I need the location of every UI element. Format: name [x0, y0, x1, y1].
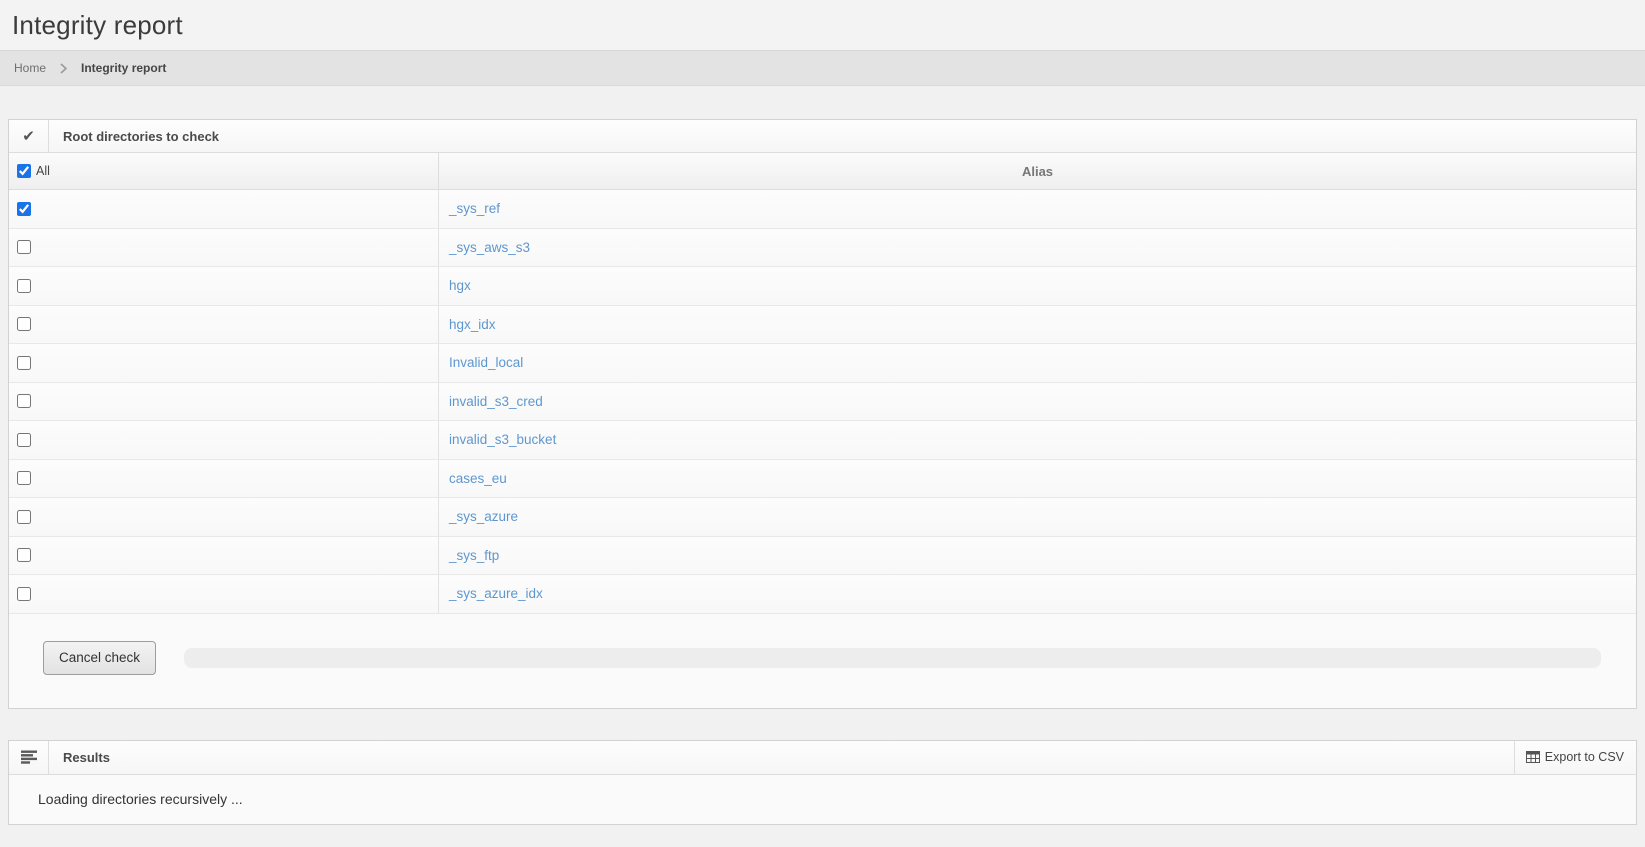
directory-alias-link[interactable]: Invalid_local: [449, 355, 523, 370]
directory-alias-cell: _sys_azure: [439, 498, 1636, 536]
directory-checkbox-cell: [9, 267, 439, 305]
directory-alias-link[interactable]: hgx_idx: [449, 317, 496, 332]
directory-checkbox-cell: [9, 575, 439, 613]
select-all-cell: All: [9, 153, 439, 189]
directory-checkbox-cell: [9, 421, 439, 459]
root-directories-panel: ✔ Root directories to check All Alias _s…: [8, 119, 1637, 709]
chevron-right-icon: [60, 63, 67, 74]
directory-row: invalid_s3_bucket: [9, 421, 1636, 460]
directory-row: Invalid_local: [9, 344, 1636, 383]
select-all-checkbox[interactable]: [17, 164, 31, 178]
select-all-label: All: [36, 164, 50, 178]
results-panel-title: Results: [49, 741, 1514, 774]
table-rows-icon: [9, 741, 49, 774]
directory-alias-cell: invalid_s3_bucket: [439, 421, 1636, 459]
directory-checkbox[interactable]: [17, 510, 31, 524]
directory-checkbox[interactable]: [17, 240, 31, 254]
directory-checkbox-cell: [9, 229, 439, 267]
directories-table-header: All Alias: [9, 153, 1636, 190]
directory-checkbox-cell: [9, 344, 439, 382]
directory-alias-link[interactable]: invalid_s3_cred: [449, 394, 543, 409]
results-status-text: Loading directories recursively ...: [38, 791, 243, 807]
check-progress-bar: [184, 648, 1601, 668]
directory-row: invalid_s3_cred: [9, 383, 1636, 422]
directory-checkbox-cell: [9, 190, 439, 228]
directory-checkbox-cell: [9, 460, 439, 498]
directories-table-body: _sys_ref _sys_aws_s3hgx hgx_idx Invalid_loc…: [9, 190, 1636, 614]
directory-alias-link[interactable]: cases_eu: [449, 471, 507, 486]
directory-checkbox-cell: [9, 537, 439, 575]
directory-alias-cell: hgx: [439, 267, 1636, 305]
results-panel-header: Results Export to CSV: [9, 741, 1636, 775]
directory-row: _sys_azure_idx: [9, 575, 1636, 614]
directory-alias-cell: Invalid_local: [439, 344, 1636, 382]
directory-checkbox[interactable]: [17, 279, 31, 293]
directory-checkbox[interactable]: [17, 202, 31, 216]
directory-alias-cell: _sys_ftp: [439, 537, 1636, 575]
root-directories-panel-header: ✔ Root directories to check: [9, 120, 1636, 153]
alias-column-header: Alias: [439, 153, 1636, 189]
directory-checkbox-cell: [9, 383, 439, 421]
directory-alias-cell: _sys_azure_idx: [439, 575, 1636, 613]
export-to-csv-button[interactable]: Export to CSV: [1514, 741, 1636, 774]
directory-alias-cell: hgx_idx: [439, 306, 1636, 344]
directory-alias-link[interactable]: _sys_ref: [449, 201, 500, 216]
directory-alias-link[interactable]: _sys_aws_s3: [449, 240, 530, 255]
directory-alias-cell: cases_eu: [439, 460, 1636, 498]
directory-alias-link[interactable]: _sys_ftp: [449, 548, 499, 563]
directory-checkbox[interactable]: [17, 471, 31, 485]
directory-row: _sys_aws_s3: [9, 229, 1636, 268]
directory-checkbox[interactable]: [17, 433, 31, 447]
content-area: ✔ Root directories to check All Alias _s…: [0, 119, 1645, 825]
root-directories-panel-title: Root directories to check: [49, 120, 1636, 152]
directory-row: _sys_azure: [9, 498, 1636, 537]
action-row: Cancel check: [9, 614, 1636, 708]
results-panel: Results Export to CSV Loading directorie…: [8, 740, 1637, 825]
directory-alias-link[interactable]: _sys_azure: [449, 509, 518, 524]
directory-row: hgx: [9, 267, 1636, 306]
directory-row: cases_eu: [9, 460, 1636, 499]
title-bar: Integrity report: [0, 0, 1645, 50]
directory-checkbox[interactable]: [17, 317, 31, 331]
directory-alias-cell: _sys_ref: [439, 190, 1636, 228]
directory-alias-cell: _sys_aws_s3: [439, 229, 1636, 267]
results-status: Loading directories recursively ...: [9, 775, 1636, 824]
directory-checkbox-cell: [9, 498, 439, 536]
directory-row: _sys_ref: [9, 190, 1636, 229]
directory-checkbox[interactable]: [17, 356, 31, 370]
breadcrumb-home-link[interactable]: Home: [14, 61, 46, 75]
directory-alias-link[interactable]: hgx: [449, 278, 471, 293]
directory-checkbox[interactable]: [17, 587, 31, 601]
directory-checkbox-cell: [9, 306, 439, 344]
directory-row: _sys_ftp: [9, 537, 1636, 576]
check-icon: ✔: [9, 120, 49, 152]
directory-checkbox[interactable]: [17, 394, 31, 408]
directory-checkbox[interactable]: [17, 548, 31, 562]
breadcrumb-current: Integrity report: [81, 61, 166, 75]
directory-row: hgx_idx: [9, 306, 1636, 345]
export-to-csv-label: Export to CSV: [1545, 750, 1624, 764]
cancel-check-button[interactable]: Cancel check: [43, 641, 156, 675]
table-grid-icon: [1526, 751, 1540, 763]
directory-alias-link[interactable]: _sys_azure_idx: [449, 586, 543, 601]
breadcrumb: Home Integrity report: [0, 50, 1645, 86]
page-title: Integrity report: [12, 10, 183, 41]
directory-alias-link[interactable]: invalid_s3_bucket: [449, 432, 556, 447]
directory-alias-cell: invalid_s3_cred: [439, 383, 1636, 421]
